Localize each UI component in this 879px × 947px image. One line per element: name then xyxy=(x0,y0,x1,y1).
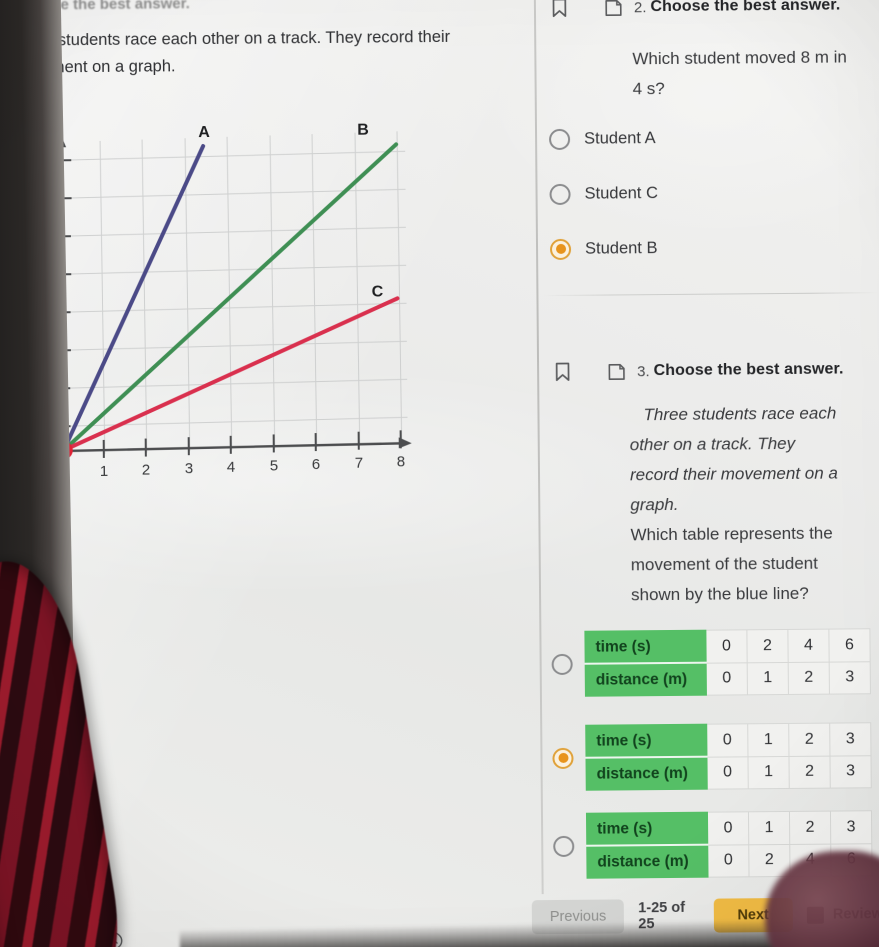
cell: 3 xyxy=(829,722,871,756)
table-row: time (s) 0 2 4 6 distance (m) 0 1 2 3 xyxy=(584,628,871,697)
question-3-passage: Three students race each other on a trac… xyxy=(629,403,838,515)
photo-of-screen: Choose the best answer. Three students r… xyxy=(0,0,879,947)
note-icon[interactable] xyxy=(601,358,631,384)
cell: 2 xyxy=(788,755,831,789)
line-series-C xyxy=(61,296,400,453)
cell: 4 xyxy=(787,629,830,662)
cell: 2 xyxy=(789,811,831,844)
svg-text:5: 5 xyxy=(270,457,278,474)
table-row: distance (m) 0 1 2 3 xyxy=(585,755,872,791)
row-header: distance (m) xyxy=(585,756,708,791)
note-icon[interactable] xyxy=(598,0,628,21)
option-label: Student A xyxy=(584,128,656,148)
cell: 2 xyxy=(788,661,830,695)
radio-student-c[interactable] xyxy=(549,183,571,205)
cell: 0 xyxy=(706,723,748,757)
bookmark-icon[interactable] xyxy=(547,359,577,385)
cell: 2 xyxy=(788,723,830,756)
option-label: Student C xyxy=(584,183,659,203)
cell: 1 xyxy=(747,755,790,789)
line-series-A xyxy=(61,144,206,453)
table-row: time (s) 0 1 2 3 xyxy=(586,810,872,846)
row-header: distance (m) xyxy=(586,844,709,879)
svg-text:2: 2 xyxy=(142,462,150,479)
question-3-prompt: Which table represents the movement of t… xyxy=(630,523,833,605)
svg-text:3: 3 xyxy=(185,460,193,477)
row-header: time (s) xyxy=(584,630,707,664)
question-3-title: Choose the best answer. xyxy=(653,360,844,380)
table-option-1[interactable]: time (s) 0 2 4 6 distance (m) 0 1 2 3 xyxy=(541,628,871,697)
row-header: time (s) xyxy=(586,812,708,846)
radio-student-b[interactable] xyxy=(549,238,572,260)
right-pane: 2. Choose the best answer. Which student… xyxy=(536,0,879,946)
svg-text:7: 7 xyxy=(355,455,363,472)
cell: 3 xyxy=(829,661,871,695)
series-label-b: B xyxy=(357,122,369,139)
bookmark-icon[interactable] xyxy=(544,0,574,21)
cell: 0 xyxy=(707,844,750,878)
option-label: Student B xyxy=(584,238,658,258)
question-2-number: 2. xyxy=(633,0,647,16)
table-row: time (s) 0 1 2 3 distance (m) 0 1 2 3 xyxy=(585,722,872,791)
cell: 3 xyxy=(830,810,872,844)
question-3-header: 3. Choose the best answer. xyxy=(539,356,844,385)
line-series-B xyxy=(61,142,399,453)
table-row: time (s) 0 1 2 3 xyxy=(585,722,871,758)
cell: 3 xyxy=(829,755,872,789)
question-3-number: 3. xyxy=(637,362,650,380)
svg-text:4: 4 xyxy=(227,459,235,476)
cell: 0 xyxy=(705,629,748,663)
question-separator xyxy=(544,292,878,297)
passage-text: Three students race each other on a trac… xyxy=(10,27,451,77)
radio-table-option-1[interactable] xyxy=(551,653,573,675)
table-row: distance (m) 0 1 2 3 xyxy=(585,661,871,697)
question-2-prompt: Which student moved 8 m in 4 s? xyxy=(632,47,847,99)
cell: 0 xyxy=(706,662,748,696)
cell: 1 xyxy=(748,811,790,845)
app-content: Choose the best answer. Three students r… xyxy=(0,0,879,947)
option-student-b[interactable]: Student B xyxy=(538,226,877,269)
cell: 6 xyxy=(828,628,871,662)
data-lines xyxy=(61,142,400,453)
radio-table-option-3[interactable] xyxy=(553,835,575,857)
svg-text:1: 1 xyxy=(100,463,108,480)
table-row: time (s) 0 2 4 6 xyxy=(584,628,871,664)
svg-text:8: 8 xyxy=(397,453,405,470)
series-label-a: A xyxy=(198,124,210,141)
radio-student-a[interactable] xyxy=(548,128,571,150)
radio-table-option-2[interactable] xyxy=(552,747,574,769)
series-label-c: C xyxy=(372,283,384,300)
x-tick-labels: 1 2 3 4 5 6 7 8 xyxy=(100,453,405,480)
row-header: time (s) xyxy=(585,724,707,758)
cell: 0 xyxy=(707,811,749,845)
cell: 0 xyxy=(706,756,749,790)
question-2-options: Student A Student C Student B xyxy=(537,116,877,269)
option-student-a[interactable]: Student A xyxy=(537,116,876,159)
option-student-c[interactable]: Student C xyxy=(537,171,876,214)
cell: 1 xyxy=(747,661,789,695)
question-2-header: 2. Choose the best answer. xyxy=(536,0,841,21)
row-header: distance (m) xyxy=(585,662,707,697)
question-2-title: Choose the best answer. xyxy=(650,0,841,16)
cell: 2 xyxy=(746,629,789,663)
svg-text:6: 6 xyxy=(312,456,320,473)
cell: 1 xyxy=(747,723,789,757)
table-option-2[interactable]: time (s) 0 1 2 3 distance (m) 0 1 2 3 xyxy=(542,722,872,791)
